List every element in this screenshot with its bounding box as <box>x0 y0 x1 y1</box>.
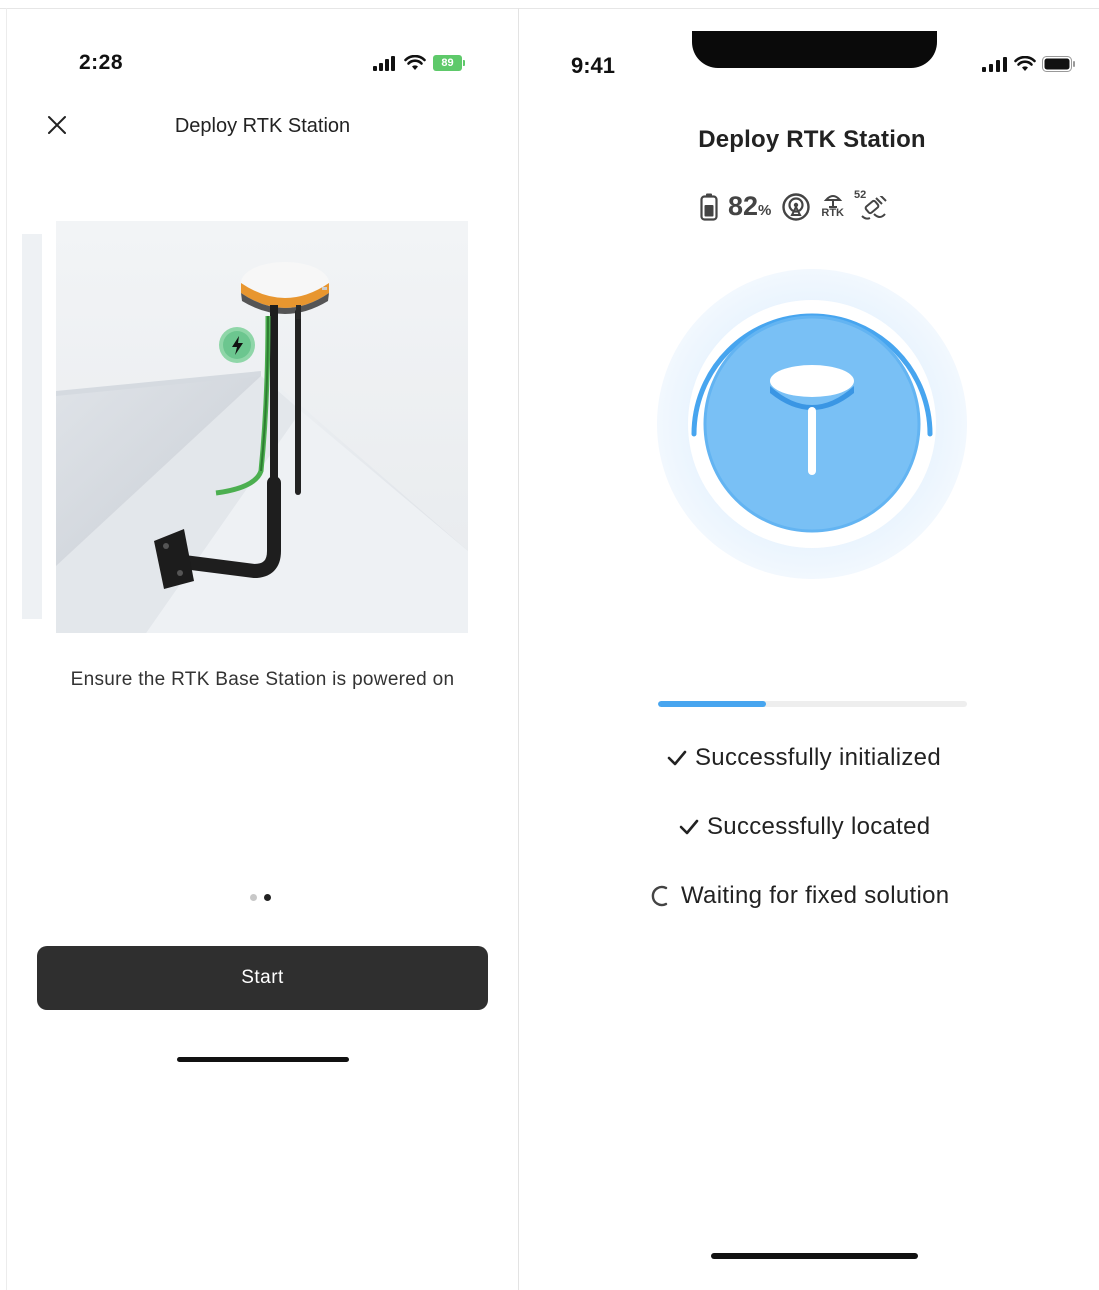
pagination-dot-1[interactable] <box>250 894 257 901</box>
step-initialized: Successfully initialized <box>667 744 941 772</box>
status-time: 2:28 <box>79 51 124 74</box>
step-label: Waiting for fixed solution <box>681 882 950 909</box>
start-button[interactable]: Start <box>37 946 488 1010</box>
step-label: Successfully located <box>707 813 931 840</box>
step-located: Successfully located <box>679 813 930 841</box>
rtk-label: RTK <box>821 207 844 219</box>
signal-broadcast-icon <box>782 192 811 221</box>
step-label: Successfully initialized <box>695 744 941 771</box>
device-notch <box>692 31 937 68</box>
right-phone-screen: 9:41 Deploy RTK Station 82% RTK 52 Succe… <box>519 9 1099 1290</box>
previous-slide-peek[interactable] <box>22 234 42 619</box>
status-time: 9:41 <box>571 53 616 78</box>
status-icons <box>982 56 1076 72</box>
pagination-dot-2-active[interactable] <box>264 894 271 901</box>
rtk-mount-illustration <box>56 221 468 633</box>
battery-icon <box>700 193 718 221</box>
home-indicator[interactable] <box>711 1253 918 1259</box>
device-status-indicators: 82% RTK 52 <box>700 189 890 222</box>
cellular-signal-icon <box>982 56 1007 72</box>
instruction-text: Ensure the RTK Base Station is powered o… <box>70 669 455 690</box>
deployment-progress-bar <box>658 701 967 707</box>
progress-bar-fill <box>658 701 767 707</box>
loading-spinner-icon <box>651 885 668 907</box>
wifi-icon <box>404 55 426 70</box>
battery-percentage: 82% <box>728 191 772 221</box>
step-fixed-solution: Waiting for fixed solution <box>651 882 949 910</box>
pagination-dots <box>250 894 271 901</box>
page-title: Deploy RTK Station <box>698 126 926 153</box>
checkmark-icon <box>679 819 699 835</box>
cellular-signal-icon <box>373 55 395 71</box>
wifi-icon <box>1014 56 1036 71</box>
home-indicator[interactable] <box>177 1057 349 1062</box>
satellite-icon: 52 <box>854 189 890 222</box>
left-phone-screen: 2:28 89 Deploy RTK Station Ensure the RT… <box>7 9 518 1290</box>
battery-charging-icon: 89 <box>433 55 465 71</box>
checkmark-icon <box>667 750 687 766</box>
status-icons: 89 <box>373 55 465 71</box>
battery-icon <box>1042 56 1075 72</box>
rtk-station-status-graphic <box>657 269 967 579</box>
page-title: Deploy RTK Station <box>174 115 351 137</box>
rtk-icon: RTK <box>821 194 844 219</box>
battery-level: 89 <box>441 57 454 69</box>
